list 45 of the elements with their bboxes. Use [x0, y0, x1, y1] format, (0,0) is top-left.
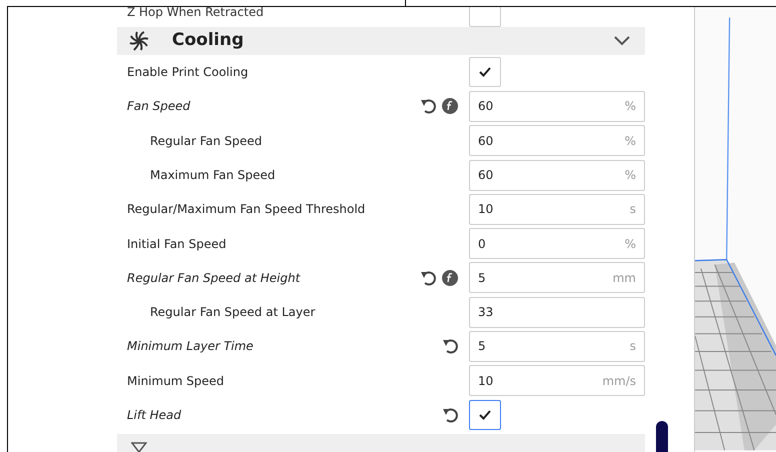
setting-label: Initial Fan Speed [127, 236, 226, 253]
setting-label: Regular Fan Speed at Height [127, 270, 300, 287]
number-field[interactable]: 10 mm/s [469, 365, 645, 396]
unit-label: % [624, 98, 636, 116]
checkbox[interactable] [469, 57, 501, 88]
number-field[interactable]: 33 [469, 296, 645, 328]
unit-label: s [630, 338, 636, 356]
scrollbar-thumb[interactable] [656, 421, 668, 452]
setting-label: Lift Head [127, 407, 182, 424]
number-field[interactable]: 5 mm [469, 262, 645, 294]
unit-label: mm [612, 270, 636, 287]
check-icon [478, 409, 492, 422]
number-field[interactable]: 60 % [469, 125, 645, 156]
checkbox[interactable] [469, 7, 501, 27]
check-icon [478, 66, 492, 78]
number-field[interactable]: 0 % [469, 228, 645, 260]
number-field[interactable]: 5 s [469, 330, 645, 362]
unit-label: mm/s [602, 372, 636, 390]
unit-label: % [624, 132, 636, 150]
fan-icon [128, 30, 150, 52]
unit-label: % [624, 167, 636, 184]
section-title: Cooling [172, 29, 244, 52]
setting-label: Maximum Fan Speed [150, 167, 276, 184]
setting-label: Enable Print Cooling [127, 64, 248, 82]
reset-icon[interactable] [442, 338, 458, 354]
funnel-icon [131, 442, 147, 452]
reset-icon[interactable] [420, 98, 436, 114]
setting-label: Regular/Maximum Fan Speed Threshold [127, 201, 366, 218]
unit-label: % [624, 236, 636, 253]
formula-icon[interactable] [442, 270, 458, 286]
setting-label: Regular Fan Speed at Layer [150, 304, 316, 322]
setting-label: Fan Speed [127, 98, 190, 116]
setting-label: Regular Fan Speed [150, 132, 262, 150]
setting-label: Z Hop When Retracted [127, 7, 264, 19]
formula-icon[interactable] [442, 98, 458, 114]
unit-label: s [630, 201, 636, 218]
setting-label: Minimum Layer Time [127, 338, 254, 356]
section-header[interactable]: Cooling [117, 26, 645, 55]
reset-icon[interactable] [420, 270, 436, 286]
checkbox[interactable] [469, 400, 501, 430]
setting-label: Minimum Speed [127, 372, 224, 390]
number-field[interactable]: 10 s [469, 194, 645, 225]
number-field[interactable]: 60 % [469, 160, 645, 190]
reset-icon[interactable] [442, 407, 458, 424]
number-field[interactable]: 60 % [469, 90, 645, 122]
